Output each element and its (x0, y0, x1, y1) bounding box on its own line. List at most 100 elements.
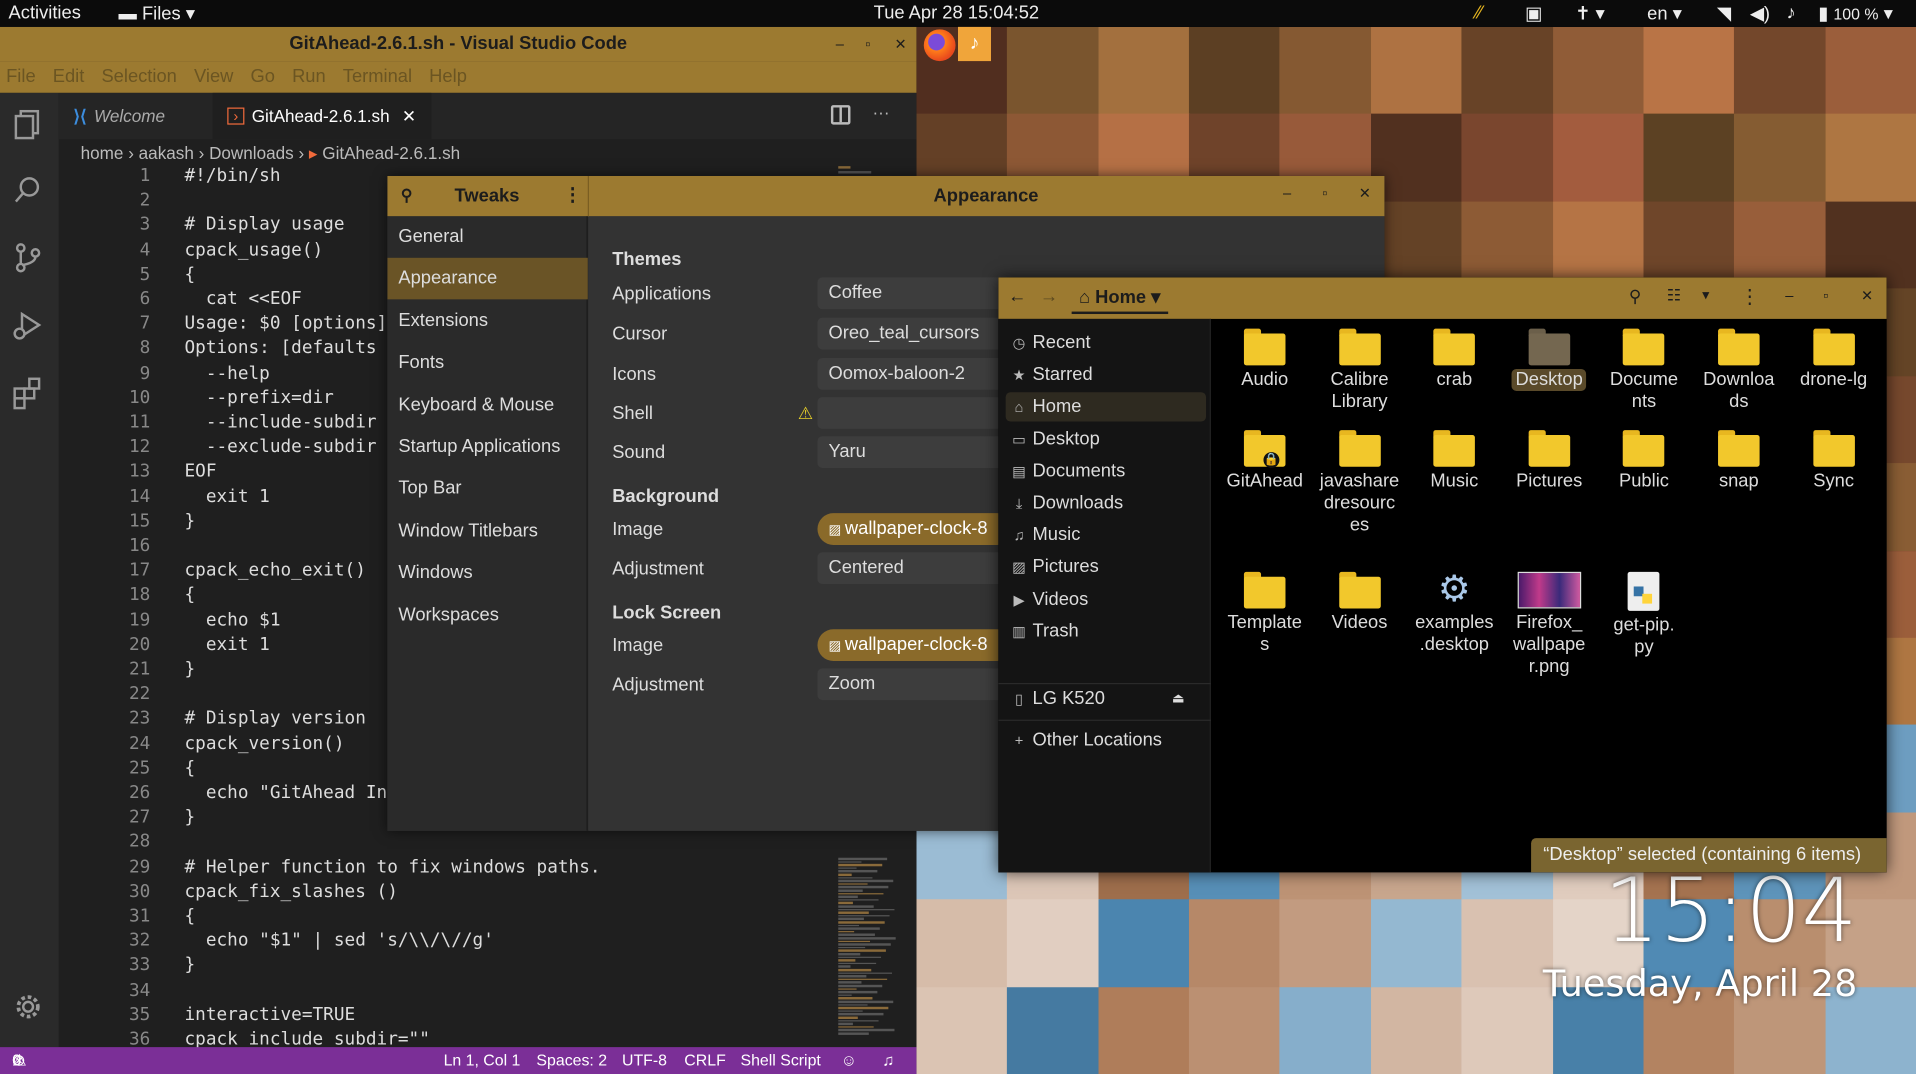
place-starred[interactable]: ★ Starred (1006, 361, 1206, 390)
tab-gitahead[interactable]: › GitAhead-2.6.1.sh ✕ (212, 92, 431, 140)
menu-icon[interactable]: ⋮ (1740, 285, 1760, 309)
image-indicator-icon[interactable]: ▣ (1525, 2, 1542, 25)
search-icon[interactable] (10, 172, 47, 209)
cursor-dropdown[interactable]: Oreo_teal_cursors (817, 317, 1013, 350)
microphone-icon[interactable]: ♪ (1786, 2, 1795, 23)
background-adjustment-dropdown[interactable]: Centered (817, 552, 1013, 585)
accessibility-icon[interactable]: ✝ ▾ (1575, 2, 1605, 25)
feedback-icon[interactable]: ☺ (841, 1047, 857, 1074)
menu-item-edit[interactable]: Edit (53, 61, 85, 93)
microphone-app-icon[interactable]: ♪ (958, 26, 991, 62)
place-videos[interactable]: ▶ Videos (1006, 585, 1206, 614)
tweaks-nav-keyboard-mouse[interactable]: Keyboard & Mouse (387, 384, 587, 426)
cursor-position[interactable]: Ln 1, Col 1 (444, 1047, 521, 1074)
battery-indicator[interactable]: ▮ 100 % ▾ (1818, 2, 1893, 25)
files-app-menu[interactable]: ▬ Files ▾ (119, 2, 195, 25)
menu-item-terminal[interactable]: Terminal (343, 61, 412, 93)
tweaks-nav-fonts[interactable]: Fonts (387, 342, 587, 384)
tweaks-nav-window-titlebars[interactable]: Window Titlebars (387, 510, 587, 552)
search-icon[interactable]: ⚲ (1629, 286, 1642, 307)
background-image-picker[interactable]: ▨ wallpaper-clock-8 (817, 513, 1013, 545)
device-lg-k520[interactable]: ▯ LG K520 ⏏ (1006, 684, 1206, 713)
file-item[interactable]: GitAhead 🔒 (1217, 430, 1312, 492)
indentation-status[interactable]: Spaces: 2 (536, 1047, 607, 1074)
more-actions-icon[interactable]: ··· (872, 103, 889, 123)
place-desktop[interactable]: ▭ Desktop (1006, 425, 1206, 454)
lock-adjustment-dropdown[interactable]: Zoom (817, 668, 1013, 701)
close-icon[interactable]: ✕ (894, 27, 906, 61)
file-item[interactable]: Videos (1312, 571, 1407, 634)
menu-item-file[interactable]: File (6, 61, 36, 93)
sound-dropdown[interactable]: Yaru (817, 436, 1013, 468)
file-item[interactable]: crab (1407, 328, 1502, 391)
minimize-icon[interactable]: ‒ (1785, 287, 1793, 304)
menu-item-help[interactable]: Help (429, 61, 467, 93)
code-line[interactable]: 34 (59, 981, 841, 1006)
volume-icon[interactable]: ◀) (1750, 2, 1770, 25)
place-pictures[interactable]: ▨ Pictures (1006, 553, 1206, 582)
tweaks-nav-windows[interactable]: Windows (387, 553, 587, 595)
code-line[interactable]: 28 (59, 833, 841, 858)
breadcrumb-item[interactable]: home (81, 143, 124, 163)
file-item[interactable]: Firefox_ wallpape r.png (1502, 571, 1597, 678)
file-item[interactable]: snap (1691, 430, 1786, 492)
run-debug-icon[interactable] (10, 307, 47, 344)
shell-dropdown[interactable] (817, 397, 1013, 429)
tweaks-nav-general[interactable]: General (387, 216, 587, 258)
language-mode[interactable]: Shell Script (740, 1047, 820, 1074)
breadcrumb-item[interactable]: aakash (139, 143, 194, 163)
eol-status[interactable]: CRLF (684, 1047, 725, 1074)
icons-dropdown[interactable]: Oomox-baloon-2 (817, 357, 1013, 390)
maximize-icon[interactable]: ▫ (865, 27, 870, 61)
breadcrumb-item[interactable]: GitAhead-2.6.1.sh (322, 143, 460, 163)
place-downloads[interactable]: ⤓ Downloads (1006, 489, 1206, 518)
file-item[interactable]: get-pip. py (1596, 571, 1691, 659)
file-item[interactable]: Sync (1786, 430, 1881, 492)
code-line[interactable]: 33} (59, 956, 841, 981)
path-bar-home[interactable]: ⌂ Home ▾ (1071, 282, 1168, 315)
place-trash[interactable]: ▥ Trash (1006, 617, 1206, 646)
file-item[interactable]: Desktop (1502, 328, 1597, 391)
close-icon[interactable]: ✕ (402, 93, 416, 139)
maximize-icon[interactable]: ▫ (1322, 184, 1327, 201)
file-item[interactable]: Pictures (1502, 430, 1597, 492)
lock-image-picker[interactable]: ▨ wallpaper-clock-8 (817, 629, 1013, 662)
place-home[interactable]: ⌂ Home (1005, 392, 1207, 423)
file-item[interactable]: ⚙ examples .desktop (1407, 571, 1502, 656)
gear-icon[interactable] (10, 988, 47, 1025)
code-line[interactable]: 30 cpack_fix_slashes () (59, 882, 841, 907)
place-recent[interactable]: ◷ Recent (1006, 329, 1206, 358)
menu-item-view[interactable]: View (194, 61, 233, 93)
menu-icon[interactable]: ⋮ (563, 183, 581, 205)
menu-item-go[interactable]: Go (250, 61, 274, 93)
firefox-launcher-icon[interactable] (923, 29, 956, 62)
file-item[interactable]: Downloa ds (1691, 328, 1786, 413)
eject-icon[interactable]: ⏏ (1172, 684, 1185, 713)
minimize-icon[interactable]: ‒ (1283, 184, 1291, 201)
tab-welcome[interactable]: ⟩⟨ Welcome (59, 93, 213, 139)
menu-item-run[interactable]: Run (292, 61, 326, 93)
file-item[interactable]: Audio (1217, 328, 1312, 391)
close-icon[interactable]: ✕ (1861, 287, 1873, 304)
applications-dropdown[interactable]: Coffee (817, 277, 1013, 310)
file-item[interactable]: Docume nts (1596, 328, 1691, 413)
sync-indicator-icon[interactable]: ⁄⁄ (1476, 2, 1482, 23)
file-item[interactable]: Music (1407, 430, 1502, 492)
maximize-icon[interactable]: ▫ (1823, 287, 1828, 304)
clock-datetime[interactable]: Tue Apr 28 15:04:52 (874, 2, 1039, 23)
search-icon[interactable]: ⚲ (401, 186, 413, 206)
file-item[interactable]: drone-lg (1786, 328, 1881, 391)
tweaks-nav-top-bar[interactable]: Top Bar (387, 468, 587, 510)
source-control-icon[interactable] (10, 239, 47, 276)
explorer-icon[interactable] (10, 105, 47, 142)
file-item[interactable]: Template s (1217, 571, 1312, 656)
other-locations[interactable]: + Other Locations (1006, 726, 1206, 755)
split-editor-icon[interactable] (830, 105, 851, 125)
code-line[interactable]: 32 echo "$1" | sed 's/\\/\//g' (59, 931, 841, 956)
tweaks-nav-appearance[interactable]: Appearance (387, 258, 588, 300)
code-line[interactable]: 31 { (59, 907, 841, 932)
code-line[interactable]: 29 # Helper function to fix windows paths… (59, 857, 841, 882)
place-music[interactable]: ♫ Music (1006, 521, 1206, 550)
tweaks-nav-extensions[interactable]: Extensions (387, 300, 587, 342)
view-options-icon[interactable]: ☷ (1667, 286, 1681, 306)
